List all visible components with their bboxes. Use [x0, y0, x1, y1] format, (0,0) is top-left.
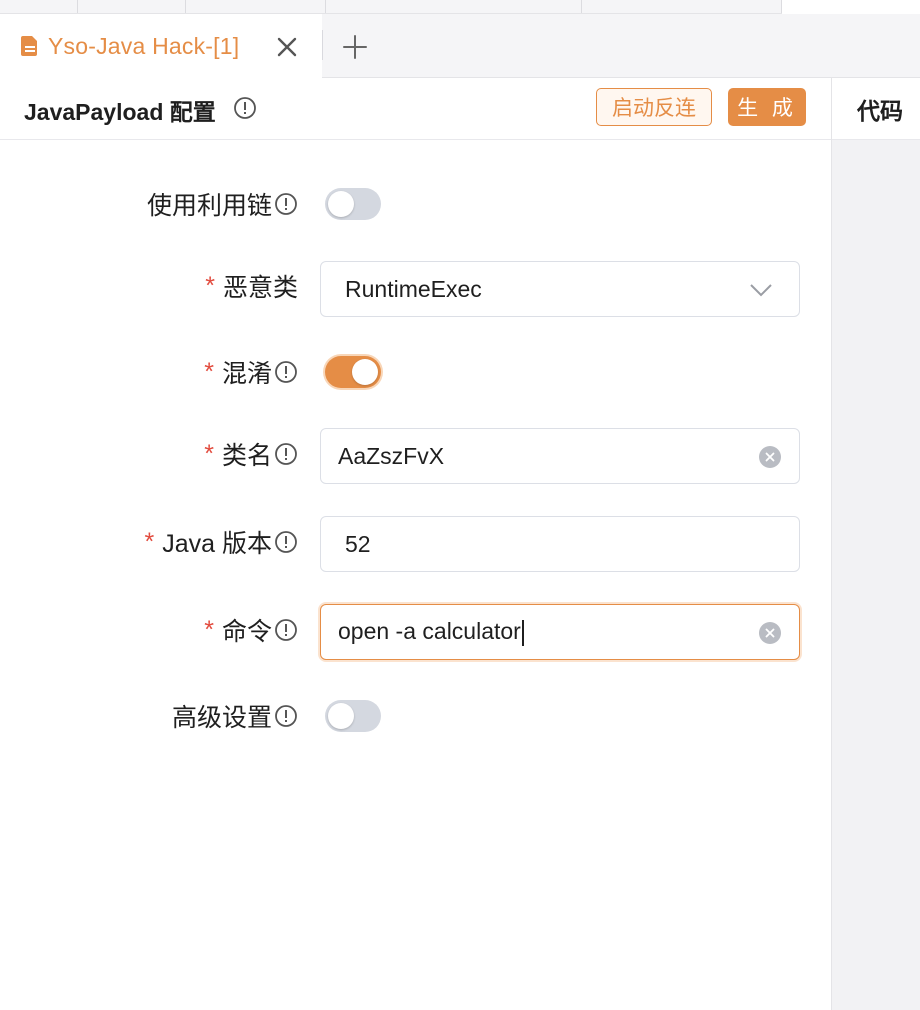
- plus-icon: [343, 35, 367, 59]
- info-icon[interactable]: [274, 192, 298, 216]
- command-text: open -a calculator: [338, 618, 521, 645]
- file-icon: [21, 36, 37, 56]
- info-icon[interactable]: [274, 442, 298, 466]
- obfuscate-label: 混淆: [221, 360, 272, 388]
- required-mark: *: [144, 527, 155, 556]
- info-icon[interactable]: [274, 530, 298, 554]
- form-row-java-version: * Java 版本 52: [0, 514, 832, 572]
- form-row-advanced: 高级设置: [0, 688, 832, 744]
- command-input[interactable]: open -a calculator: [320, 604, 800, 660]
- top-tab-strip: [0, 0, 920, 14]
- start-reverse-button[interactable]: 启动反连: [596, 88, 712, 126]
- form-row-obfuscate: * 混淆: [0, 344, 832, 400]
- use-chain-toggle[interactable]: [325, 188, 381, 220]
- java-version-label: Java 版本: [162, 530, 272, 558]
- field-label: * 命令: [204, 602, 272, 658]
- chevron-down-icon: [750, 284, 772, 297]
- use-chain-label: 使用利用链: [146, 192, 272, 220]
- top-strip-tab[interactable]: [326, 0, 582, 13]
- required-mark: *: [205, 271, 215, 300]
- page-title: JavaPayload 配置: [24, 99, 216, 125]
- tab-divider: [322, 30, 323, 60]
- top-strip-tab[interactable]: [78, 0, 186, 13]
- top-strip-active-area: [782, 0, 920, 14]
- top-strip-tab[interactable]: [582, 0, 782, 13]
- add-tab-button[interactable]: [338, 31, 372, 63]
- toggle-knob: [328, 191, 354, 217]
- java-version-input[interactable]: 52: [320, 516, 800, 572]
- required-mark: *: [204, 357, 214, 386]
- field-label: * Java 版本: [145, 514, 273, 570]
- advanced-label: 高级设置: [171, 704, 272, 732]
- form-row-class-name: * 类名 AaZszFvX: [0, 426, 832, 484]
- field-label: * 类名: [204, 426, 272, 482]
- field-label: 高级设置: [172, 688, 272, 744]
- top-strip-tab[interactable]: [0, 0, 78, 13]
- generate-button[interactable]: 生 成: [728, 88, 806, 126]
- required-mark: *: [204, 439, 214, 468]
- code-panel-title: 代码: [832, 78, 920, 140]
- advanced-toggle[interactable]: [325, 700, 381, 732]
- malicious-class-select[interactable]: RuntimeExec: [320, 261, 800, 317]
- config-header: JavaPayload 配置 启动反连 生 成: [0, 78, 832, 140]
- app-window: Yso-Java Hack-[1] JavaPayload 配置 启动反连 生 …: [0, 0, 920, 1010]
- malicious-class-label: 恶意类: [222, 274, 298, 302]
- input-value: open -a calculator: [321, 618, 524, 646]
- form-row-command: * 命令 open -a calculator: [0, 602, 832, 660]
- class-name-label: 类名: [221, 442, 272, 470]
- top-strip-tab[interactable]: [186, 0, 326, 13]
- input-value: AaZszFvX: [338, 442, 445, 469]
- tab-bar: Yso-Java Hack-[1]: [0, 14, 920, 78]
- close-icon[interactable]: [272, 32, 302, 62]
- clear-icon[interactable]: [759, 446, 781, 468]
- text-caret: [521, 619, 524, 646]
- info-icon[interactable]: [274, 360, 298, 384]
- info-icon[interactable]: [274, 618, 298, 642]
- field-label: * 恶意类: [205, 258, 298, 314]
- obfuscate-toggle[interactable]: [325, 356, 381, 388]
- input-value: 52: [345, 530, 371, 557]
- info-icon[interactable]: [274, 704, 298, 728]
- clear-icon[interactable]: [759, 622, 781, 644]
- code-panel: 代码: [831, 78, 920, 1010]
- select-value: RuntimeExec: [345, 275, 482, 302]
- toggle-knob: [328, 703, 354, 729]
- info-icon[interactable]: [233, 96, 257, 120]
- form-row-use-chain: 使用利用链: [0, 176, 832, 232]
- class-name-input[interactable]: AaZszFvX: [320, 428, 800, 484]
- form-row-malicious-class: * 恶意类 RuntimeExec: [0, 258, 832, 317]
- field-label: 使用利用链: [147, 176, 272, 232]
- required-mark: *: [204, 615, 214, 644]
- tab-label: Yso-Java Hack-[1]: [48, 32, 240, 59]
- toggle-knob: [352, 359, 378, 385]
- field-label: * 混淆: [204, 344, 272, 400]
- command-label: 命令: [221, 618, 272, 646]
